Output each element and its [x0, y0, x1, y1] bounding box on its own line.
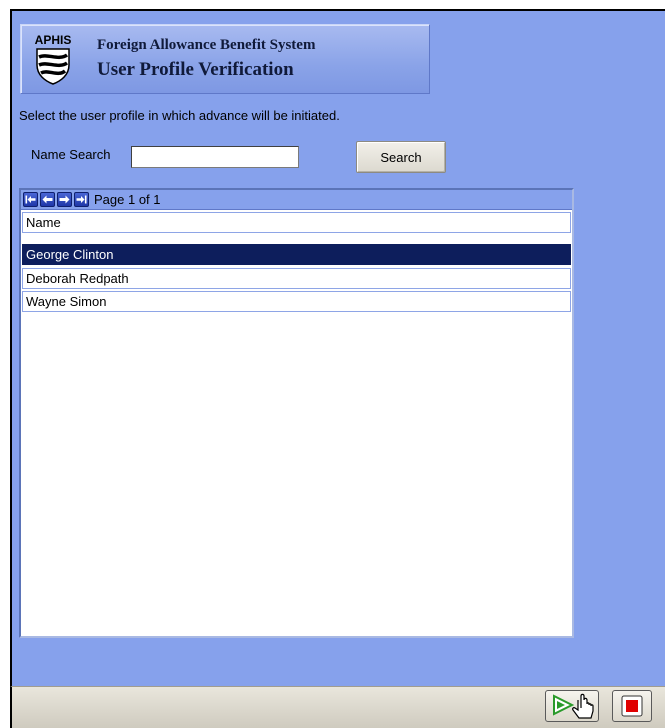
user-profile-grid: Page 1 of 1 Name George Clinton Deborah … [19, 188, 574, 638]
search-button[interactable]: Search [356, 141, 446, 173]
play-icon [553, 693, 594, 719]
hand-cursor-icon [572, 693, 594, 719]
system-name: Foreign Allowance Benefit System [97, 37, 316, 53]
table-row[interactable]: George Clinton [22, 244, 571, 265]
previous-page-icon[interactable] [40, 192, 55, 207]
aphis-logo: APHIS [31, 33, 75, 85]
page-info: Page 1 of 1 [94, 192, 161, 207]
name-search-label: Name Search [31, 147, 111, 162]
header-panel: APHIS Foreign Allowance Benefit System U… [20, 24, 430, 94]
logo-text: APHIS [34, 33, 72, 47]
instructions-text: Select the user profile in which advance… [19, 108, 340, 123]
stop-button[interactable] [612, 690, 652, 722]
play-button[interactable] [545, 690, 599, 722]
first-page-icon[interactable] [23, 192, 38, 207]
shield-icon [36, 48, 70, 85]
next-page-icon[interactable] [57, 192, 72, 207]
pager-bar: Page 1 of 1 [21, 190, 572, 210]
table-row[interactable]: Deborah Redpath [22, 268, 571, 289]
stop-icon [621, 695, 643, 717]
page-title: User Profile Verification [97, 59, 294, 80]
last-page-icon[interactable] [74, 192, 89, 207]
column-header-name[interactable]: Name [22, 212, 571, 233]
table-row[interactable]: Wayne Simon [22, 291, 571, 312]
name-search-input[interactable] [131, 146, 299, 168]
